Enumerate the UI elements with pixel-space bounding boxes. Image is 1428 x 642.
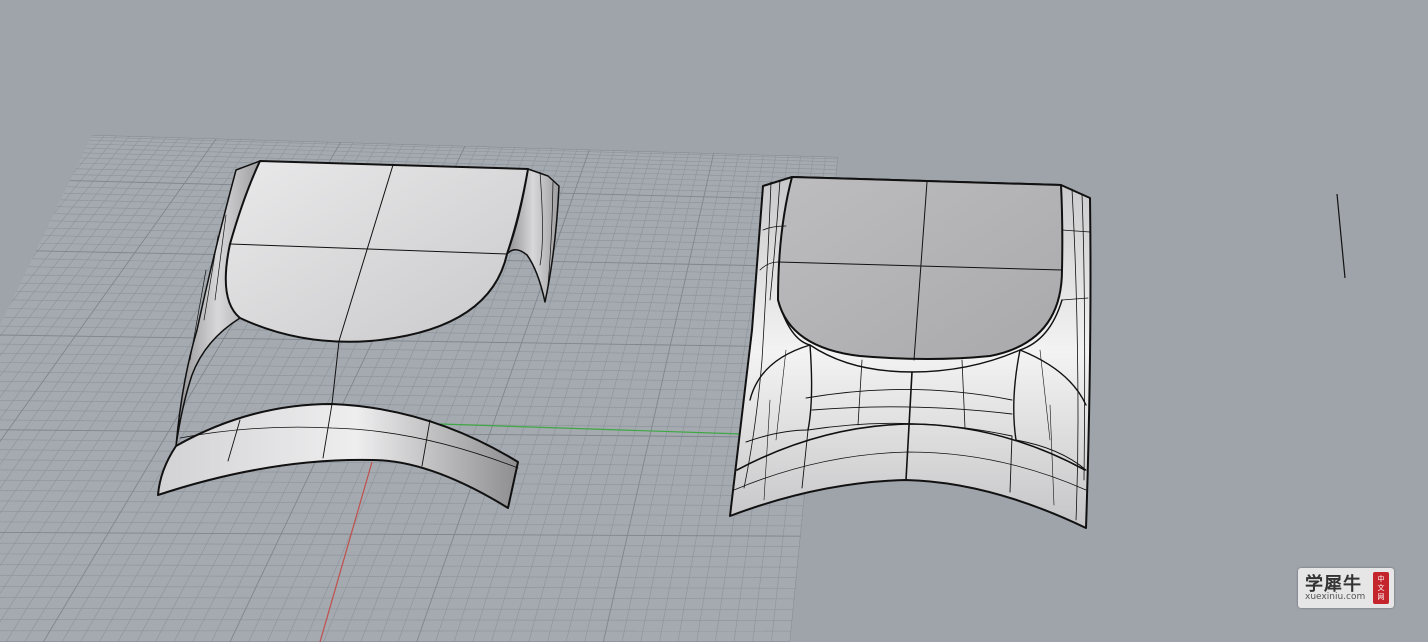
watermark-logo: 学犀牛 xuexiniu.com 中 文 网 (1298, 568, 1394, 608)
viewport-canvas[interactable] (0, 0, 1428, 642)
watermark-url: xuexiniu.com (1305, 592, 1366, 602)
seal-char-3: 网 (1377, 592, 1385, 601)
watermark-seal: 中 文 网 (1373, 572, 1389, 604)
right-blended-surface[interactable] (729, 176, 1092, 529)
right-top-face[interactable] (777, 176, 1064, 360)
stray-curve[interactable] (1336, 193, 1346, 279)
perspective-viewport[interactable]: 学犀牛 xuexiniu.com 中 文 网 (0, 0, 1428, 642)
seal-char-1: 中 (1377, 574, 1385, 583)
seal-char-2: 文 (1377, 583, 1385, 592)
